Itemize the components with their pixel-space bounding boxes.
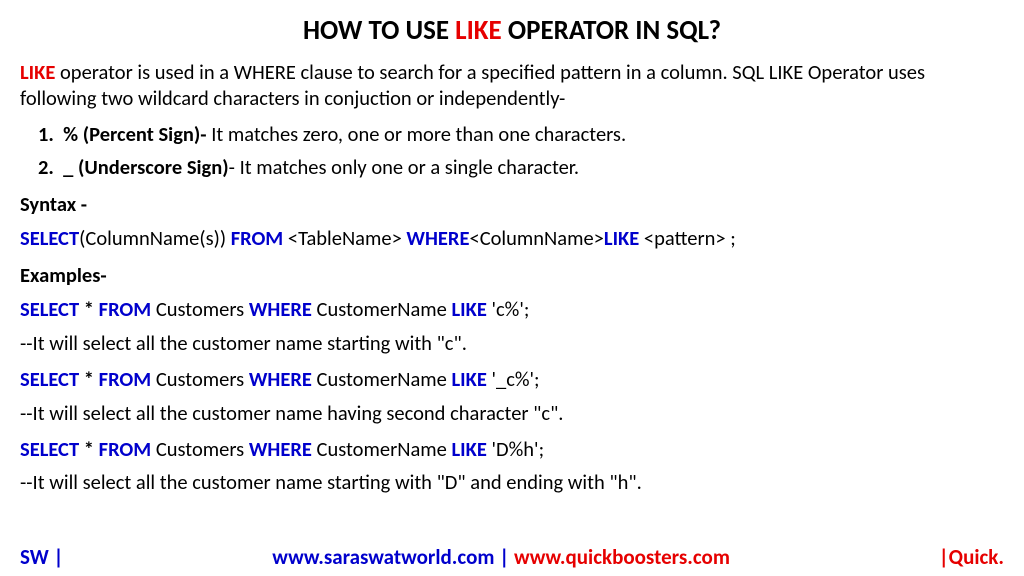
kw-where: WHERE xyxy=(249,366,312,392)
ex-column: CustomerName xyxy=(312,436,452,462)
ex-star: * xyxy=(79,296,98,322)
ex-table: Customers xyxy=(151,436,249,462)
kw-like: LIKE xyxy=(451,296,486,322)
footer-right: |Quick. xyxy=(939,544,1004,570)
kw-select: SELECT xyxy=(20,366,79,392)
example-3-query: SELECT * FROM Customers WHERE CustomerNa… xyxy=(20,436,1004,464)
kw-select: SELECT xyxy=(20,436,79,462)
syntax-line: SELECT(ColumnName(s)) FROM <TableName> W… xyxy=(20,225,1004,253)
footer-left: SW | xyxy=(20,544,64,570)
ex-column: CustomerName xyxy=(312,296,452,322)
item2-text: - It matches only one or a single charac… xyxy=(229,154,579,180)
item2-num: 2. xyxy=(38,154,54,180)
footer-link-saraswat: www.saraswatworld.com | xyxy=(272,544,514,570)
ex2-pattern: '_c%'; xyxy=(487,366,540,392)
ex-table: Customers xyxy=(151,296,249,322)
ex-star: * xyxy=(79,436,98,462)
ex-table: Customers xyxy=(151,366,249,392)
item1-bold: % (Percent Sign)- xyxy=(63,121,206,147)
page-title: HOW TO USE LIKE OPERATOR IN SQL? xyxy=(20,14,1004,47)
syntax-columns: (ColumnName(s)) xyxy=(79,225,231,251)
footer-bar: SW | www.saraswatworld.com | www.quickbo… xyxy=(0,544,1024,570)
syntax-colname: <ColumnName> xyxy=(469,225,603,251)
intro-text: operator is used in a WHERE clause to se… xyxy=(20,59,925,111)
footer-link-quickboosters: www.quickboosters.com xyxy=(514,544,730,570)
syntax-table: <TableName> xyxy=(283,225,406,251)
example-1-query: SELECT * FROM Customers WHERE CustomerNa… xyxy=(20,296,1004,324)
item2-bold: _ (Underscore Sign) xyxy=(63,154,229,180)
examples-heading: Examples- xyxy=(20,262,1004,288)
intro-paragraph: LIKE operator is used in a WHERE clause … xyxy=(20,59,1004,111)
kw-like: LIKE xyxy=(451,436,486,462)
kw-where: WHERE xyxy=(249,436,312,462)
ex-column: CustomerName xyxy=(312,366,452,392)
kw-from: FROM xyxy=(231,225,284,251)
syntax-heading: Syntax - xyxy=(20,191,1004,217)
intro-keyword: LIKE xyxy=(20,59,55,85)
ex3-pattern: 'D%h'; xyxy=(487,436,544,462)
syntax-pattern: <pattern> ; xyxy=(639,225,735,251)
item1-text: It matches zero, one or more than one ch… xyxy=(207,121,627,147)
wildcard-item-underscore: 2. _ (Underscore Sign)- It matches only … xyxy=(38,154,1004,181)
footer-center: www.saraswatworld.com | www.quickbooster… xyxy=(272,544,730,570)
example-3-comment: --It will select all the customer name s… xyxy=(20,469,1004,495)
kw-from: FROM xyxy=(99,366,152,392)
ex1-pattern: 'c%'; xyxy=(487,296,530,322)
example-2-query: SELECT * FROM Customers WHERE CustomerNa… xyxy=(20,366,1004,394)
wildcard-item-percent: 1. % (Percent Sign)- It matches zero, on… xyxy=(38,121,1004,148)
kw-like: LIKE xyxy=(451,366,486,392)
ex-star: * xyxy=(79,366,98,392)
kw-where: WHERE xyxy=(406,225,469,251)
kw-from: FROM xyxy=(99,436,152,462)
kw-where: WHERE xyxy=(249,296,312,322)
example-2-comment: --It will select all the customer name h… xyxy=(20,400,1004,426)
kw-from: FROM xyxy=(99,296,152,322)
title-pre: HOW TO USE xyxy=(303,14,455,47)
title-highlight: LIKE xyxy=(455,14,502,47)
kw-select: SELECT xyxy=(20,225,79,251)
title-post: OPERATOR IN SQL? xyxy=(502,14,721,47)
example-1-comment: --It will select all the customer name s… xyxy=(20,330,1004,356)
kw-select: SELECT xyxy=(20,296,79,322)
item1-num: 1. xyxy=(38,121,54,147)
kw-like: LIKE xyxy=(604,225,639,251)
